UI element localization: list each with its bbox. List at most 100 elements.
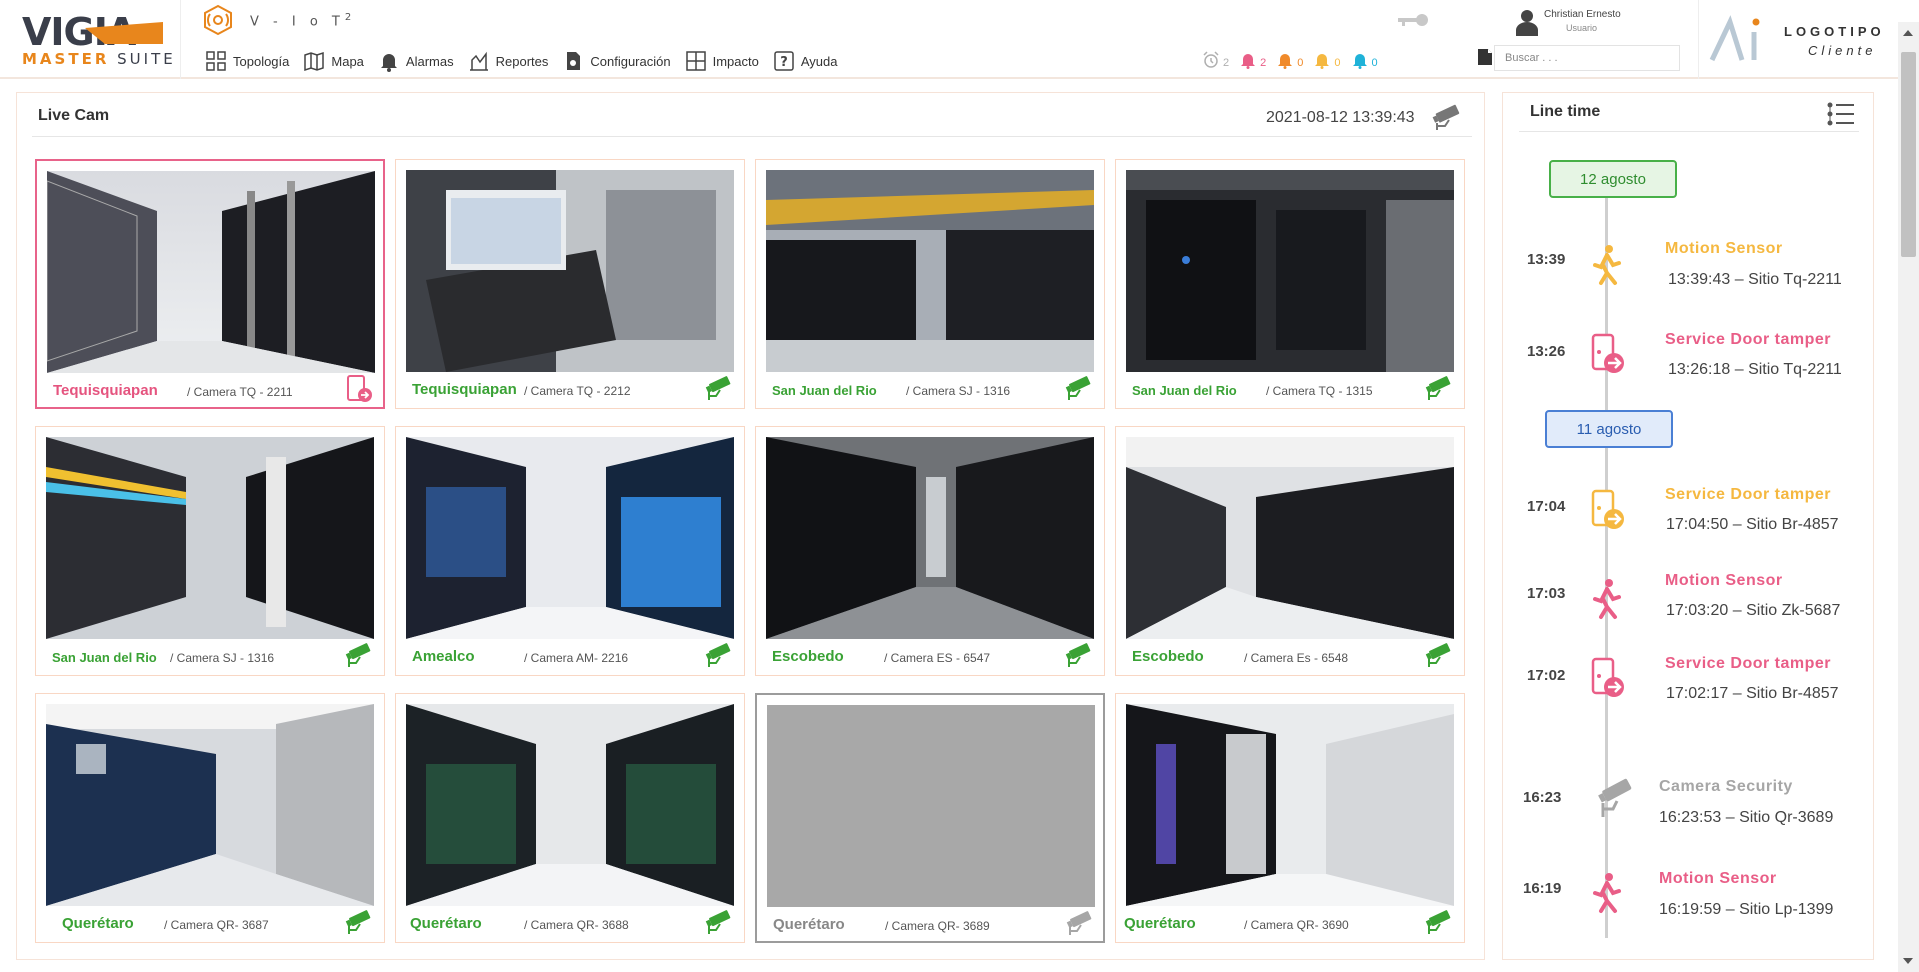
door-tamper-icon[interactable] — [1587, 657, 1627, 701]
alert-cyan[interactable]: 0 — [1351, 51, 1378, 69]
impact-icon — [685, 51, 706, 71]
motion-sensor-icon[interactable] — [1587, 577, 1627, 621]
camera-feed — [406, 437, 734, 639]
camera-location: San Juan del Rio — [772, 383, 877, 398]
live-cam-panel: Live Cam 2021-08-12 13:39:43 Tequisquiap… — [16, 92, 1485, 960]
event-title: Camera Security — [1659, 778, 1793, 795]
document-icon[interactable] — [1477, 48, 1493, 66]
viot-logo-icon[interactable] — [198, 2, 238, 38]
camera-id: / Camera QR- 3690 — [1244, 918, 1349, 932]
security-camera-icon — [1425, 910, 1451, 934]
camera-card[interactable]: Querétaro / Camera QR- 3687 — [35, 693, 385, 943]
security-camera-icon[interactable] — [1431, 103, 1463, 131]
camera-feed — [406, 170, 734, 372]
alert-count: 0 — [1334, 57, 1341, 69]
camera-location: Escobedo — [772, 648, 844, 665]
nav-topologia[interactable]: Topología — [205, 50, 289, 72]
camera-location: San Juan del Rio — [52, 650, 157, 665]
camera-card[interactable]: Querétaro / Camera QR- 3688 — [395, 693, 745, 943]
client-logo-subtitle: Cliente — [1808, 43, 1877, 58]
scrollbar[interactable] — [1898, 22, 1919, 972]
camera-card[interactable]: Escobedo / Camera ES - 6547 — [755, 426, 1105, 676]
nav-mapa[interactable]: Mapa — [303, 50, 364, 72]
alert-pink[interactable]: 2 — [1239, 51, 1266, 69]
nav-configuracion[interactable]: Configuración — [562, 50, 671, 72]
camera-feed — [1126, 170, 1454, 372]
camera-id: / Camera TQ - 2211 — [187, 385, 293, 399]
help-icon: ? — [774, 51, 794, 71]
event-title: Service Door tamper — [1665, 655, 1832, 672]
camera-feed — [46, 437, 374, 639]
alert-yellow[interactable]: 0 — [1313, 51, 1341, 69]
panel-title: Line time — [1530, 103, 1601, 120]
security-camera-icon[interactable] — [1595, 777, 1635, 821]
bell-yellow-icon — [1315, 54, 1330, 69]
event-time: 17:03 — [1527, 585, 1566, 602]
alert-clock[interactable]: 2 — [1202, 51, 1229, 69]
alert-count: 0 — [1371, 57, 1378, 69]
nav-alarmas[interactable]: Alarmas — [378, 50, 454, 72]
camera-location: Tequisquiapan — [412, 381, 517, 398]
camera-id: / Camera SJ - 1316 — [170, 651, 275, 665]
motion-sensor-icon[interactable] — [1587, 871, 1627, 915]
door-tamper-icon[interactable] — [1587, 333, 1627, 377]
nav-impacto[interactable]: Impacto — [685, 50, 759, 72]
list-icon[interactable] — [1826, 101, 1856, 127]
camera-id: / Camera SJ - 1316 — [906, 384, 1011, 398]
camera-card[interactable]: San Juan del Rio / Camera SJ - 1316 — [755, 159, 1105, 409]
alert-counters: 2 2 0 0 0 — [1202, 48, 1388, 72]
camera-card[interactable]: San Juan del Rio / Camera SJ - 1316 — [35, 426, 385, 676]
camera-location: Tequisquiapan — [53, 382, 158, 399]
camera-card[interactable]: Amealco / Camera AM- 2216 — [395, 426, 745, 676]
camera-feed — [1126, 704, 1454, 906]
avatar[interactable] — [1514, 8, 1540, 36]
vigia-logo[interactable]: VIGIA MASTER SUITE — [0, 0, 181, 79]
main-nav: Topología Mapa Alarmas Reportes Configur… — [205, 48, 851, 74]
camera-location: Querétaro — [773, 916, 845, 933]
event-title: Motion Sensor — [1665, 240, 1783, 257]
key-icon[interactable] — [1396, 12, 1430, 28]
scroll-down-icon[interactable] — [1903, 958, 1913, 964]
event-description: 17:02:17 – Sitio Br-4857 — [1666, 685, 1839, 702]
date-badge[interactable]: 12 agosto — [1549, 160, 1677, 198]
camera-id: / Camera QR- 3687 — [164, 918, 269, 932]
camera-feed — [766, 437, 1094, 639]
camera-card[interactable]: Querétaro / Camera QR- 3689 — [755, 693, 1105, 943]
event-time: 16:19 — [1523, 880, 1562, 897]
door-tamper-icon[interactable] — [1587, 489, 1627, 533]
camera-card[interactable]: Tequisquiapan / Camera TQ - 2212 — [395, 159, 745, 409]
security-camera-icon — [345, 910, 371, 934]
camera-card[interactable]: Tequisquiapan / Camera TQ - 2211 — [35, 159, 385, 409]
divider — [32, 136, 1472, 137]
search-input[interactable] — [1494, 45, 1680, 71]
map-icon — [304, 51, 325, 72]
nav-ayuda[interactable]: ? Ayuda — [773, 50, 837, 72]
date-badge[interactable]: 11 agosto — [1545, 410, 1673, 448]
scroll-up-icon[interactable] — [1903, 30, 1913, 36]
event-title: Service Door tamper — [1665, 331, 1832, 348]
camera-card[interactable]: Escobedo / Camera Es - 6548 — [1115, 426, 1465, 676]
client-logo-icon — [1709, 15, 1760, 62]
event-title: Motion Sensor — [1659, 870, 1777, 887]
nav-reportes[interactable]: Reportes — [468, 50, 548, 72]
event-description: 16:23:53 – Sitio Qr-3689 — [1659, 809, 1834, 826]
scroll-thumb[interactable] — [1901, 52, 1916, 257]
divider — [1519, 131, 1859, 132]
event-description: 17:04:50 – Sitio Br-4857 — [1666, 516, 1839, 533]
camera-card[interactable]: San Juan del Rio / Camera TQ - 1315 — [1115, 159, 1465, 409]
camera-id: / Camera QR- 3689 — [885, 919, 990, 933]
topology-icon — [206, 51, 226, 71]
brand-subtitle: MASTER SUITE — [22, 50, 176, 68]
camera-feed — [47, 171, 375, 373]
camera-location: Querétaro — [62, 915, 134, 932]
camera-card[interactable]: Querétaro / Camera QR- 3690 — [1115, 693, 1465, 943]
divider — [1698, 0, 1699, 79]
app-title: V - I o T2 — [250, 12, 352, 30]
event-title: Motion Sensor — [1665, 572, 1783, 589]
motion-sensor-icon[interactable] — [1587, 243, 1627, 287]
alert-count: 2 — [1223, 57, 1230, 69]
alert-orange[interactable]: 0 — [1276, 51, 1303, 69]
event-time: 13:26 — [1527, 343, 1566, 360]
camera-location: Querétaro — [410, 915, 482, 932]
security-camera-icon — [345, 643, 371, 667]
